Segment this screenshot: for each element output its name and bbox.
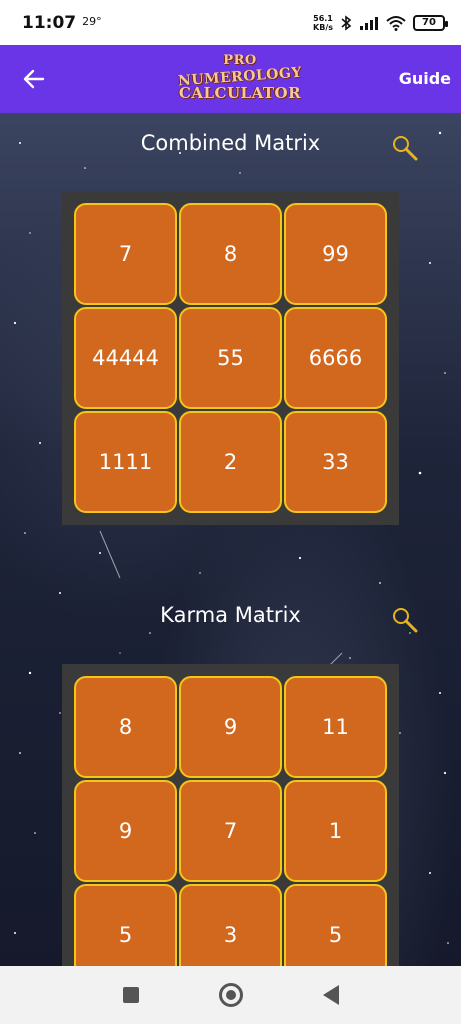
status-time: 11:07 — [22, 12, 77, 33]
combined-cell[interactable]: 2 — [179, 411, 282, 513]
status-bar: 11:07 29° 56.1 KB/s 70 — [0, 0, 461, 45]
app-bar: PRO NUMEROLOGY CALCULATOR Guide — [0, 45, 461, 113]
system-nav-bar — [0, 966, 461, 1024]
recents-button[interactable] — [122, 987, 139, 1003]
app-logo: PRO NUMEROLOGY CALCULATOR — [170, 53, 310, 107]
karma-cell[interactable]: 9 — [74, 780, 177, 882]
combined-cell[interactable]: 99 — [284, 203, 387, 305]
home-button[interactable] — [218, 983, 243, 1007]
network-speed-value: 56.1 — [313, 13, 333, 23]
arrow-left-icon — [23, 69, 45, 89]
content-area[interactable]: Combined Matrix 7 8 99 44444 55 6666 111… — [0, 113, 461, 966]
battery-level: 70 — [422, 17, 436, 28]
combined-cell[interactable]: 33 — [284, 411, 387, 513]
combined-matrix: 7 8 99 44444 55 6666 1111 2 33 — [62, 191, 399, 525]
karma-zoom-button[interactable] — [390, 605, 420, 635]
karma-matrix: 8 9 11 9 7 1 5 3 5 — [62, 664, 399, 966]
combined-cell[interactable]: 7 — [74, 203, 177, 305]
wifi-icon — [386, 15, 406, 31]
back-button[interactable] — [20, 65, 48, 93]
combined-cell[interactable]: 6666 — [284, 307, 387, 409]
status-temperature: 29° — [82, 15, 102, 28]
battery-icon: 70 — [413, 14, 448, 31]
network-speed-unit: KB/s — [313, 22, 333, 32]
status-icons: 56.1 KB/s 70 — [313, 14, 448, 32]
karma-cell[interactable]: 9 — [179, 676, 282, 778]
magnifier-icon — [393, 136, 418, 161]
karma-cell[interactable]: 11 — [284, 676, 387, 778]
signal-icon — [360, 16, 378, 30]
karma-cell[interactable]: 8 — [74, 676, 177, 778]
combined-cell[interactable]: 44444 — [74, 307, 177, 409]
karma-cell[interactable]: 5 — [74, 884, 177, 966]
magnifier-icon — [393, 608, 418, 633]
bluetooth-icon — [341, 14, 352, 31]
combined-zoom-button[interactable] — [390, 133, 420, 163]
combined-cell[interactable]: 55 — [179, 307, 282, 409]
system-back-button[interactable] — [322, 985, 339, 1005]
karma-cell[interactable]: 3 — [179, 884, 282, 966]
karma-cell[interactable]: 5 — [284, 884, 387, 966]
karma-cell[interactable]: 7 — [179, 780, 282, 882]
combined-cell[interactable]: 1111 — [74, 411, 177, 513]
network-speed: 56.1 KB/s — [313, 14, 333, 32]
guide-button[interactable]: Guide — [399, 69, 451, 88]
karma-cell[interactable]: 1 — [284, 780, 387, 882]
combined-cell[interactable]: 8 — [179, 203, 282, 305]
